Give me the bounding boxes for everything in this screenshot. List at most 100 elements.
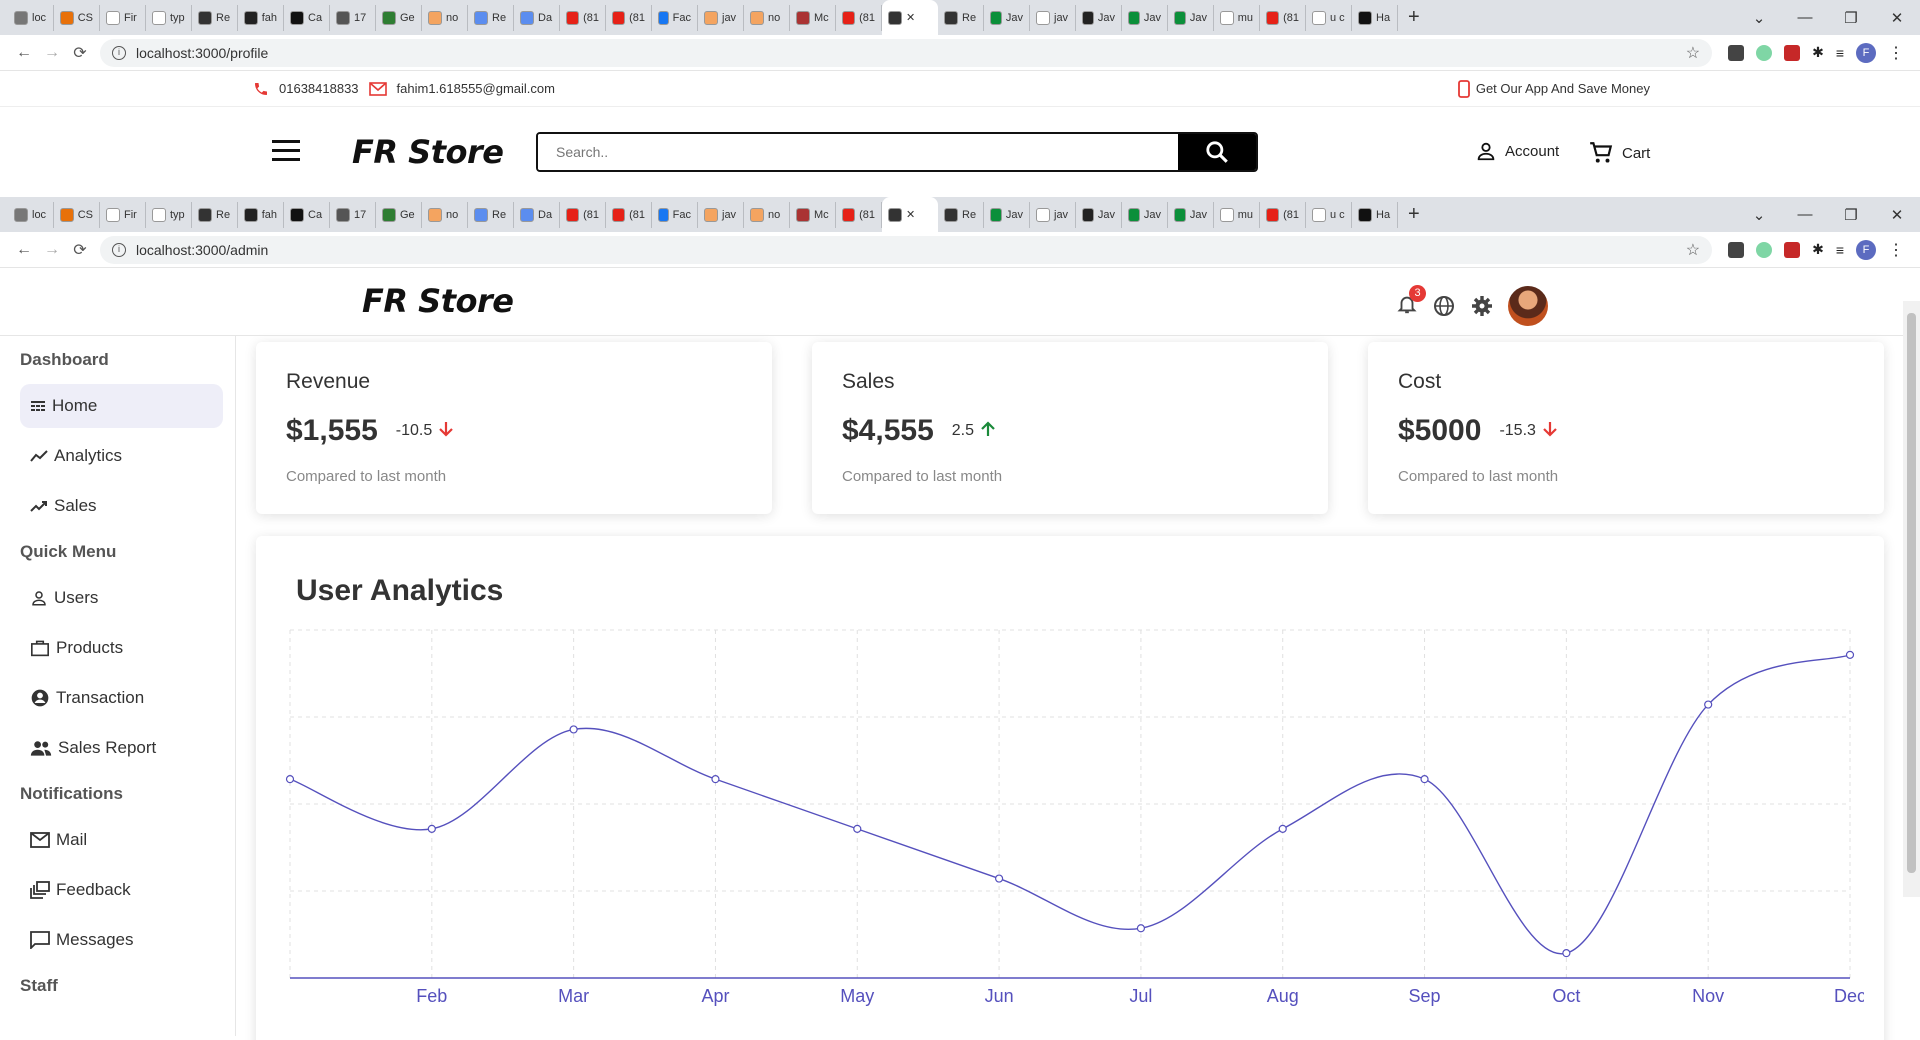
menu-kebab-icon[interactable]: ⋮ bbox=[1888, 240, 1904, 260]
sidebar-item-products[interactable]: Products bbox=[20, 626, 223, 670]
browser-tab[interactable]: Re bbox=[938, 4, 984, 31]
sidebar-item-feedback[interactable]: Feedback bbox=[20, 868, 223, 912]
minimize-icon[interactable]: — bbox=[1782, 9, 1828, 26]
browser-tab[interactable]: (81 bbox=[560, 4, 606, 31]
extension-icon[interactable] bbox=[1728, 241, 1745, 258]
url-field[interactable]: i localhost:3000/profile ☆ bbox=[100, 38, 1713, 67]
site-info-icon[interactable]: i bbox=[112, 45, 126, 60]
sidebar-item-mail[interactable]: Mail bbox=[20, 818, 223, 862]
forward-icon[interactable]: → bbox=[38, 44, 66, 62]
app-promo-text[interactable]: Get Our App And Save Money bbox=[1476, 81, 1650, 96]
browser-tab[interactable]: 17 bbox=[330, 201, 376, 228]
minimize-icon[interactable]: — bbox=[1782, 206, 1828, 223]
search-input[interactable] bbox=[538, 134, 1178, 170]
browser-tab[interactable]: (81 bbox=[606, 4, 652, 31]
sidebar-item-home[interactable]: Home bbox=[20, 384, 223, 428]
browser-tab[interactable]: Re bbox=[192, 201, 238, 228]
browser-tab[interactable]: Fac bbox=[652, 4, 698, 31]
browser-tab[interactable]: Ha bbox=[1352, 4, 1398, 31]
browser-tab[interactable]: jav bbox=[698, 4, 744, 31]
restore-icon[interactable]: ❐ bbox=[1828, 206, 1874, 224]
browser-tab[interactable]: fah bbox=[238, 201, 284, 228]
browser-tab[interactable]: ✕ bbox=[882, 0, 938, 35]
browser-tab[interactable]: Jav bbox=[1122, 201, 1168, 228]
browser-tab[interactable]: typ bbox=[146, 4, 192, 31]
back-icon[interactable]: ← bbox=[10, 44, 38, 62]
browser-tab[interactable]: Jav bbox=[1076, 4, 1122, 31]
browser-tab[interactable]: (81 bbox=[836, 201, 882, 228]
browser-tab[interactable]: no bbox=[422, 201, 468, 228]
browser-tab[interactable]: Fir bbox=[100, 4, 146, 31]
browser-tab[interactable]: Fac bbox=[652, 201, 698, 228]
browser-tab[interactable]: Mc bbox=[790, 201, 836, 228]
browser-tab[interactable]: no bbox=[422, 4, 468, 31]
bookmark-star-icon[interactable]: ☆ bbox=[1686, 43, 1700, 63]
admin-logo[interactable]: FR Store bbox=[362, 282, 514, 320]
browser-tab[interactable]: loc bbox=[8, 4, 54, 31]
search-button[interactable] bbox=[1178, 134, 1256, 170]
puzzle-icon[interactable]: ✱ bbox=[1812, 44, 1824, 61]
browser-tab[interactable]: ✕ bbox=[882, 197, 938, 232]
browser-tab[interactable]: Ca bbox=[284, 201, 330, 228]
browser-tab[interactable]: Fir bbox=[100, 201, 146, 228]
browser-tab[interactable]: Jav bbox=[1122, 4, 1168, 31]
reload-icon[interactable]: ⟳ bbox=[66, 43, 94, 63]
browser-tab[interactable]: mu bbox=[1214, 201, 1260, 228]
bookmark-star-icon[interactable]: ☆ bbox=[1686, 240, 1700, 260]
browser-tab[interactable]: Jav bbox=[984, 4, 1030, 31]
account-link[interactable]: Account bbox=[1475, 140, 1559, 162]
media-icon[interactable]: ≡ bbox=[1836, 45, 1844, 61]
admin-avatar[interactable] bbox=[1508, 286, 1548, 326]
browser-tab[interactable]: Re bbox=[938, 201, 984, 228]
menu-kebab-icon[interactable]: ⋮ bbox=[1888, 43, 1904, 63]
new-tab-plus-icon[interactable]: + bbox=[1408, 203, 1420, 226]
browser-tab[interactable]: Jav bbox=[984, 201, 1030, 228]
browser-tab[interactable]: Re bbox=[192, 4, 238, 31]
close-window-icon[interactable]: ✕ bbox=[1874, 9, 1920, 27]
browser-tab[interactable]: Jav bbox=[1168, 4, 1214, 31]
media-icon[interactable]: ≡ bbox=[1836, 242, 1844, 258]
page-scrollbar[interactable] bbox=[1903, 301, 1920, 897]
new-tab-plus-icon[interactable]: + bbox=[1408, 6, 1420, 29]
puzzle-icon[interactable]: ✱ bbox=[1812, 241, 1824, 258]
tab-search-icon[interactable]: ⌄ bbox=[1736, 9, 1782, 27]
hamburger-menu-icon[interactable] bbox=[272, 140, 300, 167]
browser-tab[interactable]: u c bbox=[1306, 4, 1352, 31]
browser-tab[interactable]: typ bbox=[146, 201, 192, 228]
profile-avatar[interactable]: F bbox=[1856, 239, 1876, 260]
browser-tab[interactable]: jav bbox=[698, 201, 744, 228]
browser-tab[interactable]: (81 bbox=[1260, 201, 1306, 228]
store-email[interactable]: fahim1.618555@gmail.com bbox=[397, 81, 555, 96]
browser-tab[interactable]: Jav bbox=[1168, 201, 1214, 228]
cart-link[interactable]: Cart bbox=[1588, 140, 1650, 166]
site-info-icon[interactable]: i bbox=[112, 242, 126, 257]
close-window-icon[interactable]: ✕ bbox=[1874, 206, 1920, 224]
forward-icon[interactable]: → bbox=[38, 241, 66, 259]
reload-icon[interactable]: ⟳ bbox=[66, 240, 94, 260]
browser-tab[interactable]: Ge bbox=[376, 4, 422, 31]
sidebar-item-messages[interactable]: Messages bbox=[20, 918, 223, 962]
browser-tab[interactable]: jav bbox=[1030, 201, 1076, 228]
browser-tab[interactable]: (81 bbox=[1260, 4, 1306, 31]
extension-icon[interactable] bbox=[1784, 44, 1801, 61]
browser-tab[interactable]: Re bbox=[468, 4, 514, 31]
browser-tab[interactable]: u c bbox=[1306, 201, 1352, 228]
browser-tab[interactable]: mu bbox=[1214, 4, 1260, 31]
browser-tab[interactable]: CS bbox=[54, 201, 100, 228]
store-logo[interactable]: FR Store bbox=[352, 133, 504, 171]
browser-tab[interactable]: jav bbox=[1030, 4, 1076, 31]
browser-tab[interactable]: (81 bbox=[606, 201, 652, 228]
browser-tab[interactable]: CS bbox=[54, 4, 100, 31]
browser-tab[interactable]: Ha bbox=[1352, 201, 1398, 228]
browser-tab[interactable]: no bbox=[744, 4, 790, 31]
browser-tab[interactable]: no bbox=[744, 201, 790, 228]
extension-icon[interactable] bbox=[1784, 241, 1801, 258]
sidebar-item-sales[interactable]: Sales bbox=[20, 484, 223, 528]
browser-tab[interactable]: Ge bbox=[376, 201, 422, 228]
extension-icon[interactable] bbox=[1756, 44, 1773, 61]
gear-icon[interactable] bbox=[1470, 294, 1494, 318]
notifications-button[interactable]: 3 bbox=[1396, 284, 1426, 320]
browser-tab[interactable]: Re bbox=[468, 201, 514, 228]
extension-icon[interactable] bbox=[1756, 241, 1773, 258]
profile-avatar[interactable]: F bbox=[1856, 42, 1876, 63]
